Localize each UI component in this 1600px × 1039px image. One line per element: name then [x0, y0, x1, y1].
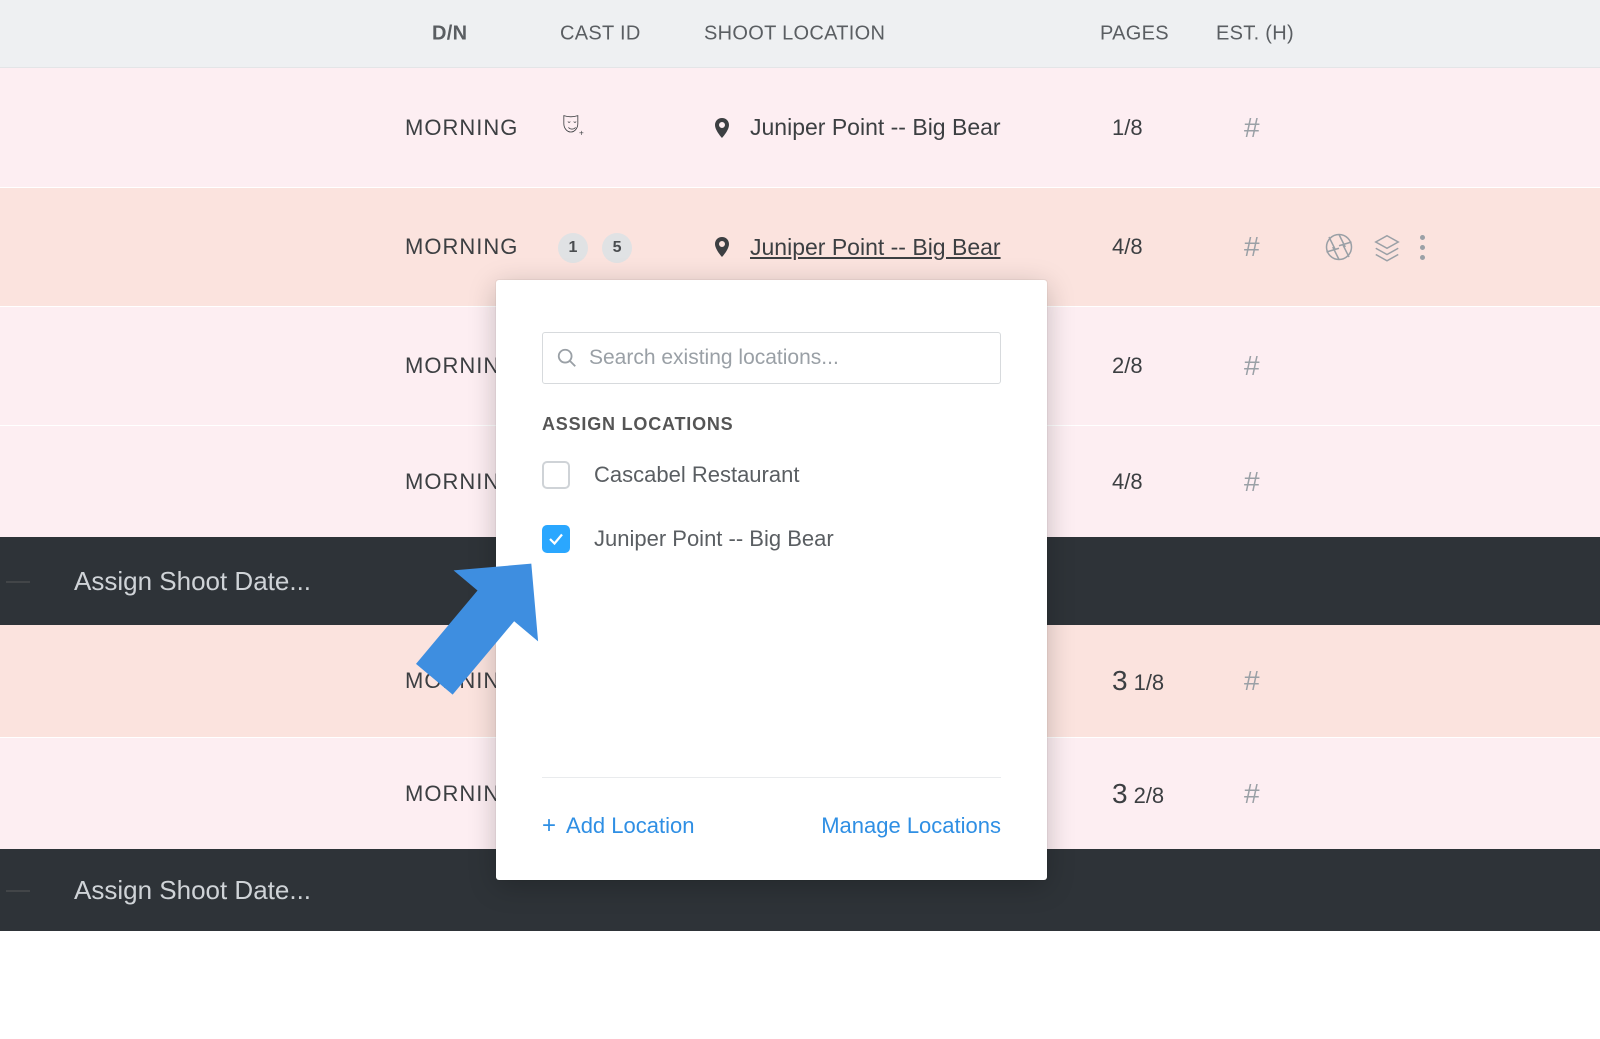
cast-masks-icon: +: [558, 111, 586, 139]
pages-value: 1/8: [1112, 115, 1143, 141]
est-value[interactable]: #: [1244, 466, 1260, 498]
col-pages: PAGES: [1100, 22, 1169, 45]
more-icon[interactable]: [1420, 235, 1425, 260]
add-location-button[interactable]: +Add Location: [542, 812, 694, 840]
est-value[interactable]: #: [1244, 778, 1260, 810]
schedule-page: D/N CAST ID SHOOT LOCATION PAGES EST. (H…: [0, 0, 1600, 931]
cast-id-chip[interactable]: 5: [602, 233, 632, 263]
pin-icon: [710, 233, 734, 261]
row-tools: [1324, 232, 1425, 262]
location-option-label: Cascabel Restaurant: [594, 462, 799, 488]
pages-value: 4/8: [1112, 469, 1143, 495]
col-location: SHOOT LOCATION: [704, 22, 885, 45]
location-cell[interactable]: Juniper Point -- Big Bear: [710, 233, 1001, 261]
est-value[interactable]: #: [1244, 665, 1260, 697]
assign-date-label: Assign Shoot Date...: [74, 875, 311, 906]
strip-row[interactable]: MORNING + Juniper Point -- Big Bear 1/8 …: [0, 68, 1600, 187]
plus-icon: +: [542, 812, 556, 839]
location-option[interactable]: Cascabel Restaurant: [542, 461, 1001, 489]
svg-text:+: +: [579, 128, 584, 137]
location-picker-popup: ASSIGN LOCATIONS Cascabel Restaurant Jun…: [496, 280, 1047, 880]
pages-value: 31/8: [1112, 665, 1164, 697]
manage-locations-link[interactable]: Manage Locations: [821, 813, 1001, 839]
est-value[interactable]: #: [1244, 231, 1260, 263]
col-cast-id: CAST ID: [560, 22, 641, 45]
collapse-icon[interactable]: [6, 581, 30, 583]
dn-value: MORNING: [405, 234, 518, 260]
est-value[interactable]: #: [1244, 350, 1260, 382]
layers-icon[interactable]: [1372, 232, 1402, 262]
location-text: Juniper Point -- Big Bear: [750, 234, 1001, 261]
col-est: EST. (H): [1216, 22, 1294, 45]
pages-value: 32/8: [1112, 778, 1164, 810]
location-option-label: Juniper Point -- Big Bear: [594, 526, 834, 552]
assign-locations-title: ASSIGN LOCATIONS: [542, 414, 1001, 435]
est-value[interactable]: #: [1244, 112, 1260, 144]
pages-big: 3: [1112, 665, 1128, 696]
col-dn: D/N: [432, 22, 467, 45]
location-cell[interactable]: Juniper Point -- Big Bear: [710, 114, 1001, 142]
location-option[interactable]: Juniper Point -- Big Bear: [542, 525, 1001, 553]
popup-footer: +Add Location Manage Locations: [542, 777, 1001, 880]
location-search-wrap: [542, 332, 1001, 384]
search-icon: [556, 347, 578, 369]
aperture-icon[interactable]: [1324, 232, 1354, 262]
collapse-icon[interactable]: [6, 890, 30, 892]
cast-id-cell[interactable]: 1 5: [558, 232, 640, 263]
pages-big: 3: [1112, 778, 1128, 809]
pages-value: 4/8: [1112, 234, 1143, 260]
table-header: D/N CAST ID SHOOT LOCATION PAGES EST. (H…: [0, 0, 1600, 68]
pages-value: 2/8: [1112, 353, 1143, 379]
cast-id-cell[interactable]: +: [558, 111, 586, 145]
dn-value: MORNING: [405, 115, 518, 141]
pin-icon: [710, 114, 734, 142]
assign-date-label: Assign Shoot Date...: [74, 566, 311, 597]
annotation-arrow: [392, 528, 576, 717]
location-text: Juniper Point -- Big Bear: [750, 114, 1001, 141]
cast-id-chip[interactable]: 1: [558, 233, 588, 263]
location-search-input[interactable]: [542, 332, 1001, 384]
checkbox-unchecked[interactable]: [542, 461, 570, 489]
